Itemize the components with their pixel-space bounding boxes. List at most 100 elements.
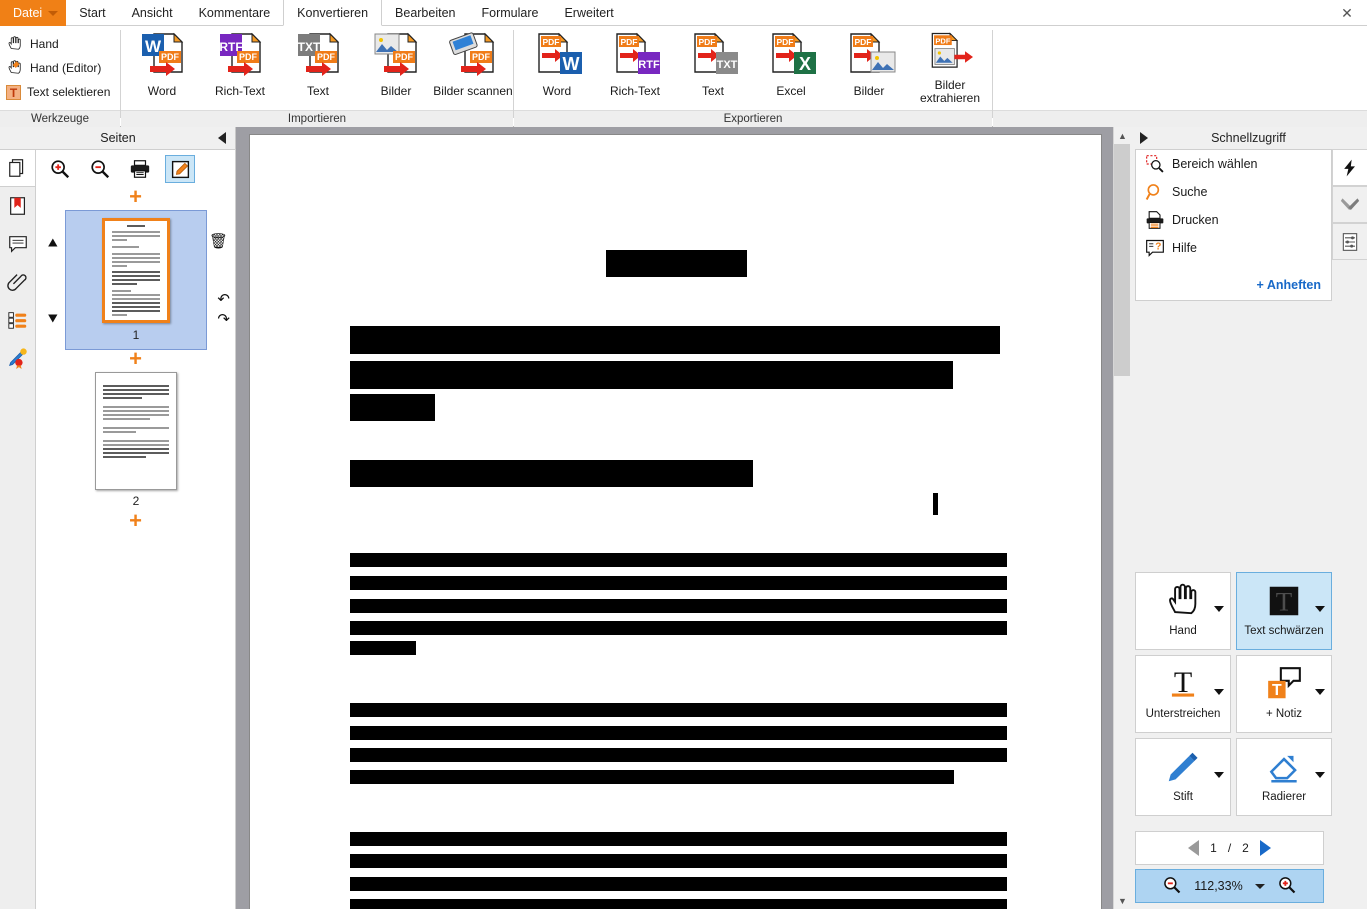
scroll-up-icon[interactable]: ▲ xyxy=(1114,127,1131,144)
import-scan-button[interactable]: PDF Bilder scannen xyxy=(427,30,519,108)
redaction-block[interactable] xyxy=(350,703,1007,717)
redaction-block[interactable] xyxy=(350,326,1000,354)
chevron-down-icon[interactable] xyxy=(1315,606,1325,612)
tab-erweitert[interactable]: Erweitert xyxy=(551,0,626,26)
tab-bearbeiten[interactable]: Bearbeiten xyxy=(382,0,468,26)
tab-start[interactable]: Start xyxy=(66,0,118,26)
quick-item-hilfe[interactable]: ? Hilfe xyxy=(1136,234,1331,262)
tool-hand[interactable]: Hand xyxy=(0,32,120,56)
redaction-block[interactable] xyxy=(350,553,1007,567)
next-page-icon[interactable] xyxy=(1259,840,1271,856)
pdf-page[interactable] xyxy=(249,134,1102,909)
redaction-block[interactable] xyxy=(350,899,1007,909)
redaction-block[interactable] xyxy=(350,394,435,421)
delete-page-icon[interactable]: 🗑 xyxy=(209,232,228,250)
export-word-button[interactable]: PDF W Word xyxy=(518,30,596,108)
ribbon-group-empty xyxy=(993,26,1367,127)
export-images-button[interactable]: PDF Bilder xyxy=(830,30,908,108)
redaction-block[interactable] xyxy=(350,877,1007,891)
add-page-top-button[interactable]: + xyxy=(36,186,235,210)
chevron-down-icon[interactable] xyxy=(1315,772,1325,778)
tool-add-note-button[interactable]: T + Notiz xyxy=(1236,655,1332,733)
zoom-out-icon[interactable] xyxy=(85,155,115,183)
redaction-block[interactable] xyxy=(350,361,953,389)
tool-eraser-button[interactable]: Radierer xyxy=(1236,738,1332,816)
tool-hand-button[interactable]: Hand xyxy=(1135,572,1231,650)
sidebar-item-signature[interactable] xyxy=(0,339,36,377)
search-icon xyxy=(1145,184,1160,200)
redaction-block[interactable] xyxy=(350,832,1007,846)
close-icon[interactable]: ✕ xyxy=(1327,0,1367,26)
tool-pen-button[interactable]: Stift xyxy=(1135,738,1231,816)
scrollbar-thumb[interactable] xyxy=(1114,144,1131,376)
move-page-down-icon[interactable]: ⯆ xyxy=(46,310,60,330)
export-richtext-button[interactable]: PDF RTF Rich-Text xyxy=(596,30,674,108)
import-word-button[interactable]: W PDF Word xyxy=(123,30,201,108)
export-excel-button[interactable]: PDF X Excel xyxy=(752,30,830,108)
redaction-block[interactable] xyxy=(350,770,954,784)
page-thumbnail-1[interactable] xyxy=(102,218,170,323)
redaction-block[interactable] xyxy=(350,576,1007,590)
rotate-ccw-icon[interactable]: ↶ xyxy=(217,290,230,308)
export-text-button[interactable]: PDF TXT Text xyxy=(674,30,752,108)
sidebar-item-bookmarks[interactable] xyxy=(0,187,36,225)
move-page-up-icon[interactable]: ⯅ xyxy=(46,234,60,254)
prev-page-icon[interactable] xyxy=(1188,840,1200,856)
tab-ansicht[interactable]: Ansicht xyxy=(119,0,186,26)
scroll-down-icon[interactable]: ▼ xyxy=(1114,892,1131,909)
sidebar-item-attachments[interactable] xyxy=(0,263,36,301)
redaction-block[interactable] xyxy=(350,599,1007,613)
chevron-down-icon[interactable] xyxy=(1214,606,1224,612)
import-text-button[interactable]: TXT PDF Text xyxy=(279,30,357,108)
zoom-in-icon[interactable] xyxy=(45,155,75,183)
redaction-block[interactable] xyxy=(350,854,1007,868)
tool-hand-editor[interactable]: Hand (Editor) xyxy=(0,56,120,80)
current-page-value[interactable]: 1 xyxy=(1210,841,1217,855)
redaction-block[interactable] xyxy=(606,250,747,277)
settings-sliders-icon[interactable] xyxy=(1332,223,1367,260)
quick-item-suche[interactable]: Suche xyxy=(1136,178,1331,206)
export-extract-images-button[interactable]: PDF Bilder extrahieren xyxy=(908,30,992,108)
redaction-block[interactable] xyxy=(350,460,753,487)
sidebar-item-layers[interactable] xyxy=(0,301,36,339)
redaction-block[interactable] xyxy=(350,621,1007,635)
quick-item-bereich-waehlen[interactable]: Bereich wählen xyxy=(1136,150,1331,178)
chevron-down-icon[interactable] xyxy=(1214,772,1224,778)
lightning-icon[interactable] xyxy=(1332,149,1367,186)
chevron-down-icon[interactable] xyxy=(1254,883,1265,889)
expand-right-panel-icon[interactable] xyxy=(1140,132,1148,144)
rotate-cw-icon[interactable]: ↷ xyxy=(217,310,230,328)
tools-icon[interactable] xyxy=(1332,186,1367,223)
edit-page-icon[interactable] xyxy=(165,155,195,183)
print-icon[interactable] xyxy=(125,155,155,183)
zoom-level-value[interactable]: 112,33% xyxy=(1194,879,1242,893)
tab-kommentare[interactable]: Kommentare xyxy=(186,0,284,26)
chevron-down-icon[interactable] xyxy=(1315,689,1325,695)
sidebar-item-comments[interactable] xyxy=(0,225,36,263)
redaction-block[interactable] xyxy=(350,641,416,655)
page-thumbnail-2[interactable] xyxy=(95,372,177,490)
redaction-block[interactable] xyxy=(933,493,938,515)
tool-text-select[interactable]: T Text selektieren xyxy=(0,80,120,104)
tab-datei[interactable]: Datei xyxy=(0,0,67,26)
add-page-middle-button[interactable]: + xyxy=(36,348,235,372)
vertical-scrollbar[interactable]: ▲ ▼ xyxy=(1113,127,1131,909)
hand-icon xyxy=(1164,573,1202,625)
sidebar-item-pages[interactable] xyxy=(0,149,36,187)
import-richtext-button[interactable]: RTF PDF Rich-Text xyxy=(201,30,279,108)
tool-underline-button[interactable]: T Unterstreichen xyxy=(1135,655,1231,733)
collapse-left-panel-icon[interactable] xyxy=(218,132,226,144)
document-scroll-area[interactable] xyxy=(236,127,1113,909)
tab-konvertieren[interactable]: Konvertieren xyxy=(283,0,383,26)
import-images-button[interactable]: PDF Bilder xyxy=(357,30,435,108)
quick-item-drucken[interactable]: Drucken xyxy=(1136,206,1331,234)
redaction-block[interactable] xyxy=(350,748,1007,762)
redaction-block[interactable] xyxy=(350,726,1007,740)
tab-formulare[interactable]: Formulare xyxy=(469,0,552,26)
zoom-in-icon[interactable] xyxy=(1277,875,1297,898)
zoom-out-icon[interactable] xyxy=(1162,875,1182,898)
pin-button[interactable]: + Anheften xyxy=(1257,278,1322,292)
tool-redact-text-button[interactable]: T Text schwärzen xyxy=(1236,572,1332,650)
add-page-bottom-button[interactable]: + xyxy=(36,510,235,534)
chevron-down-icon[interactable] xyxy=(1214,689,1224,695)
